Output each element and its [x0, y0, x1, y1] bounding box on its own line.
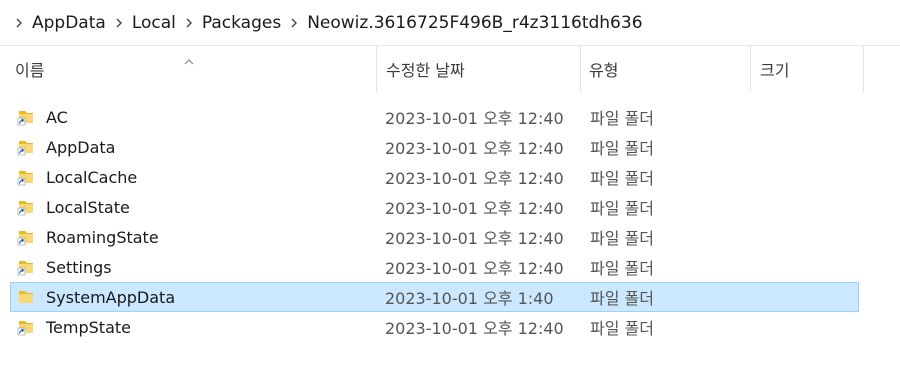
shortcut-arrow-icon [17, 177, 26, 186]
file-date: 2023-10-01 오후 12:40 [385, 139, 564, 158]
chevron-right-icon[interactable] [283, 18, 305, 28]
file-row[interactable]: TempState 2023-10-01 오후 12:40 파일 폴더 [10, 312, 859, 342]
file-name[interactable]: LocalCache [46, 163, 137, 191]
file-date: 2023-10-01 오후 12:40 [385, 229, 564, 248]
file-name[interactable]: AppData [46, 133, 115, 161]
file-row[interactable]: AC 2023-10-01 오후 12:40 파일 폴더 [10, 102, 859, 132]
column-header: 이름 수정한 날짜 유형 크기 [0, 46, 900, 92]
shortcut-arrow-icon [17, 327, 26, 336]
file-row[interactable]: LocalCache 2023-10-01 오후 12:40 파일 폴더 [10, 162, 859, 192]
chevron-right-icon[interactable] [108, 18, 130, 28]
breadcrumb-item-packages[interactable]: Packages [200, 13, 283, 33]
column-divider[interactable] [580, 46, 581, 92]
column-header-name[interactable]: 이름 [15, 46, 375, 92]
file-type: 파일 폴더 [590, 109, 654, 128]
breadcrumb-item-local[interactable]: Local [130, 13, 178, 33]
breadcrumb-item-current[interactable]: Neowiz.3616725F496B_r4z3116tdh636 [305, 13, 644, 33]
shortcut-arrow-icon [17, 147, 26, 156]
folder-icon [17, 313, 37, 341]
chevron-right-icon[interactable] [178, 18, 200, 28]
file-date: 2023-10-01 오후 12:40 [385, 259, 564, 278]
column-divider[interactable] [863, 46, 864, 92]
file-row[interactable]: RoamingState 2023-10-01 오후 12:40 파일 폴더 [10, 222, 859, 252]
file-type: 파일 폴더 [590, 229, 654, 248]
file-date: 2023-10-01 오후 12:40 [385, 199, 564, 218]
folder-icon [17, 253, 37, 281]
breadcrumb-item-appdata[interactable]: AppData [30, 13, 108, 33]
column-divider[interactable] [376, 46, 377, 92]
chevron-right-icon[interactable] [8, 18, 30, 28]
file-type: 파일 폴더 [590, 259, 654, 278]
file-type: 파일 폴더 [590, 289, 654, 308]
file-date: 2023-10-01 오후 1:40 [385, 289, 554, 308]
file-date: 2023-10-01 오후 12:40 [385, 319, 564, 338]
file-row[interactable]: AppData 2023-10-01 오후 12:40 파일 폴더 [10, 132, 859, 162]
file-type: 파일 폴더 [590, 139, 654, 158]
shortcut-arrow-icon [17, 237, 26, 246]
file-name[interactable]: LocalState [46, 193, 130, 221]
column-divider[interactable] [750, 46, 751, 92]
column-header-type[interactable]: 유형 [589, 46, 749, 92]
file-name[interactable]: TempState [46, 313, 131, 341]
file-name[interactable]: Settings [46, 253, 112, 281]
file-date: 2023-10-01 오후 12:40 [385, 109, 564, 128]
shortcut-arrow-icon [17, 267, 26, 276]
folder-icon [17, 283, 37, 311]
file-date: 2023-10-01 오후 12:40 [385, 169, 564, 188]
file-type: 파일 폴더 [590, 199, 654, 218]
breadcrumb: AppData Local Packages Neowiz.3616725F49… [0, 0, 900, 46]
folder-icon [17, 133, 37, 161]
file-name[interactable]: SystemAppData [46, 283, 175, 311]
folder-icon [17, 193, 37, 221]
file-row[interactable]: LocalState 2023-10-01 오후 12:40 파일 폴더 [10, 192, 859, 222]
shortcut-arrow-icon [17, 207, 26, 216]
folder-icon [17, 103, 37, 131]
file-name[interactable]: AC [46, 103, 68, 131]
folder-icon [17, 223, 37, 251]
file-type: 파일 폴더 [590, 169, 654, 188]
column-header-size[interactable]: 크기 [760, 46, 860, 92]
shortcut-arrow-icon [17, 117, 26, 126]
file-name[interactable]: RoamingState [46, 223, 159, 251]
folder-icon [17, 163, 37, 191]
file-type: 파일 폴더 [590, 319, 654, 338]
column-header-date[interactable]: 수정한 날짜 [386, 46, 576, 92]
file-row[interactable]: Settings 2023-10-01 오후 12:40 파일 폴더 [10, 252, 859, 282]
file-row[interactable]: SystemAppData 2023-10-01 오후 1:40 파일 폴더 [10, 282, 859, 312]
